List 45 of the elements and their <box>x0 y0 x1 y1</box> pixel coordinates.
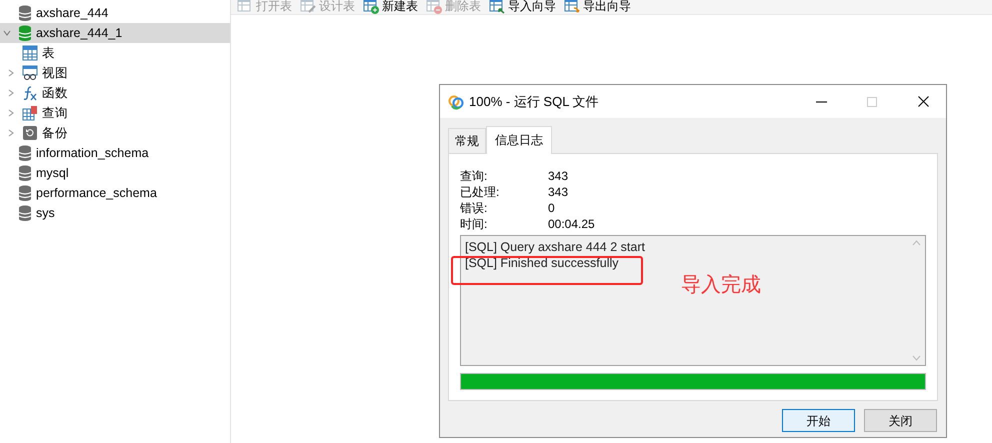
log-line: [SQL] Finished successfully <box>465 255 620 271</box>
log-line: [SQL] Query axshare 444 2 start <box>465 239 646 255</box>
stat-label: 查询: <box>460 168 488 184</box>
stat-value: 343 <box>548 168 568 184</box>
chevron-down-icon <box>3 29 11 37</box>
stat-label: 时间: <box>460 216 488 232</box>
scroll-up-icon <box>912 240 920 246</box>
toolbar-button[interactable]: 新建表 <box>363 0 418 14</box>
tree-item[interactable]: information_schema <box>0 143 230 163</box>
dialog-button[interactable]: 开始 <box>782 409 855 432</box>
tree-item[interactable]: axshare_444 <box>0 3 230 23</box>
table-icon <box>22 45 38 61</box>
tree-item[interactable]: 备份 <box>0 123 230 143</box>
tab[interactable]: 信息日志 <box>486 126 552 154</box>
maximize-icon <box>867 96 877 106</box>
chevron-right-icon <box>7 109 15 117</box>
stat-label: 错误: <box>460 200 488 216</box>
chevron-right-icon <box>7 89 15 97</box>
dialog-button[interactable]: 关闭 <box>864 409 937 432</box>
tree-item[interactable]: 查询 <box>0 103 230 123</box>
tab[interactable]: 常规 <box>448 128 486 153</box>
stat-value: 0 <box>548 200 555 216</box>
tree-item[interactable]: 表 <box>0 43 230 63</box>
tree-item[interactable]: performance_schema <box>0 183 230 203</box>
tree-item[interactable]: mysql <box>0 163 230 183</box>
stat-value: 343 <box>548 184 568 200</box>
chevron-right-icon <box>7 129 15 137</box>
stat-value: 00:04.25 <box>548 216 595 232</box>
toolbar-button[interactable]: 导入向导 <box>489 0 556 14</box>
toolbar-button[interactable]: 导出向导 <box>564 0 631 14</box>
backup-icon <box>22 125 38 141</box>
tree-item[interactable]: 函数 <box>0 83 230 103</box>
function-icon <box>22 85 38 101</box>
close-icon <box>918 96 928 107</box>
view-icon <box>22 65 38 81</box>
tree-item[interactable]: 视图 <box>0 63 230 83</box>
minimize-icon <box>816 100 826 102</box>
app-logo-icon <box>448 94 464 110</box>
window-title: 100% - 运行 SQL 文件 <box>469 92 600 111</box>
tree-item[interactable]: axshare_444_1 <box>0 23 230 43</box>
scroll-down-icon <box>912 355 920 361</box>
chevron-right-icon <box>7 69 15 77</box>
tree-item[interactable]: sys <box>0 203 230 223</box>
query-icon <box>22 105 38 121</box>
stat-label: 已处理: <box>460 184 500 200</box>
